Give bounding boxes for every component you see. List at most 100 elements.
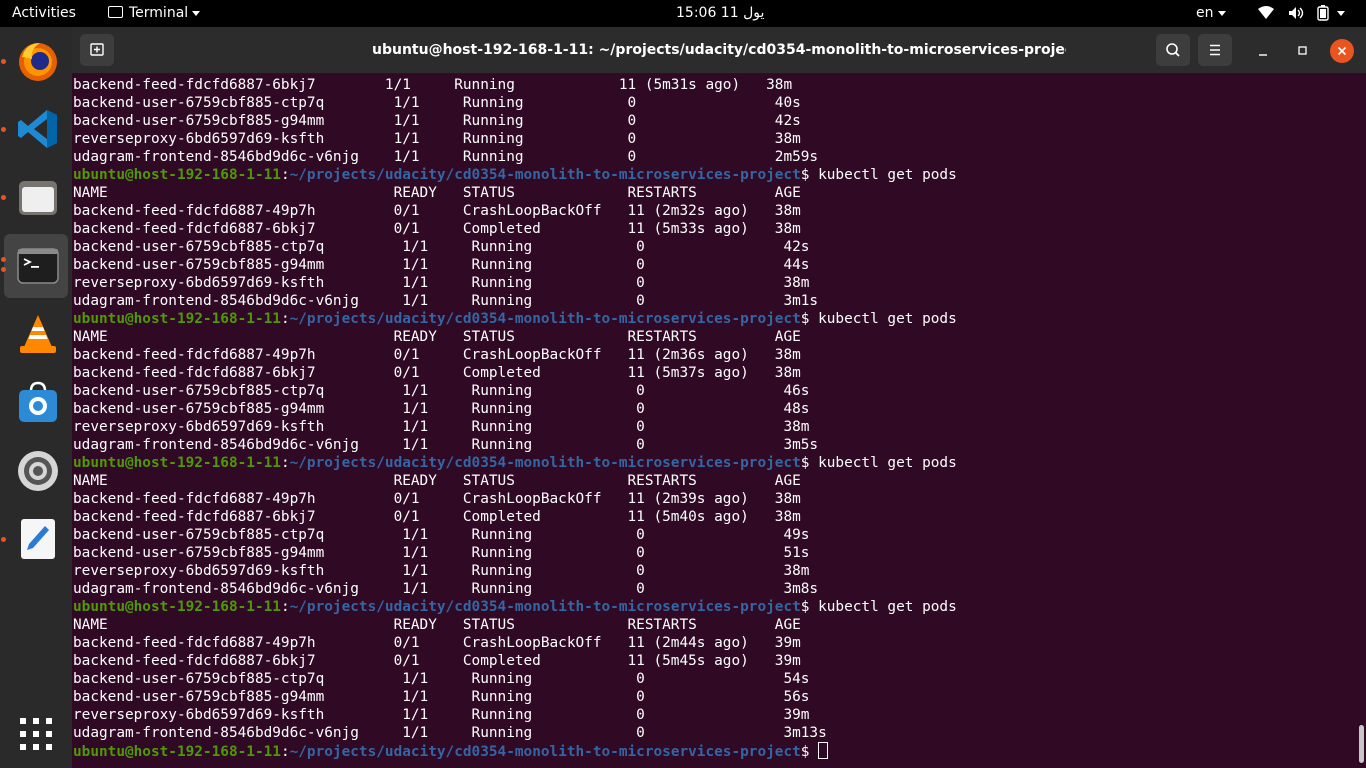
software-icon bbox=[19, 381, 57, 422]
minimize-button[interactable] bbox=[1251, 39, 1275, 63]
running-indicator bbox=[1, 59, 6, 64]
output-line: udagram-frontend-8546bd9d6c-v6njg 1/1 Ru… bbox=[73, 148, 957, 166]
output-line: backend-feed-fdcfd6887-6bkj7 0/1 Complet… bbox=[73, 220, 957, 238]
output-text: udagram-frontend-8546bd9d6c-v6njg 1/1 Ru… bbox=[73, 149, 819, 165]
output-line: udagram-frontend-8546bd9d6c-v6njg 1/1 Ru… bbox=[73, 292, 957, 310]
command-text: kubectl get pods bbox=[818, 455, 957, 471]
output-line: backend-user-6759cbf885-ctp7q 1/1 Runnin… bbox=[73, 670, 957, 688]
wifi-icon bbox=[1258, 6, 1274, 19]
running-indicator bbox=[1, 195, 6, 200]
output-line: NAME READY STATUS RESTARTS AGE bbox=[73, 184, 957, 202]
running-indicator bbox=[1, 537, 6, 542]
prompt-user: ubuntu@host-192-168-1-11 bbox=[73, 167, 281, 183]
output-text: backend-user-6759cbf885-g94mm 1/1 Runnin… bbox=[73, 113, 801, 129]
prompt-path: ~/projects/udacity/cd0354-monolith-to-mi… bbox=[289, 744, 801, 760]
output-text: reverseproxy-6bd6597d69-ksfth 1/1 Runnin… bbox=[73, 131, 801, 147]
output-line: NAME READY STATUS RESTARTS AGE bbox=[73, 616, 957, 634]
output-line: reverseproxy-6bd6597d69-ksfth 1/1 Runnin… bbox=[73, 562, 957, 580]
dock-app-vlc[interactable] bbox=[4, 303, 68, 367]
output-text: backend-feed-fdcfd6887-49p7h 0/1 CrashLo… bbox=[73, 203, 801, 219]
output-line: backend-user-6759cbf885-g94mm 1/1 Runnin… bbox=[73, 544, 957, 562]
system-menu[interactable] bbox=[1258, 0, 1346, 27]
window-title: ubuntu@host-192-168-1-11: ~/projects/uda… bbox=[372, 42, 1066, 58]
output-text: udagram-frontend-8546bd9d6c-v6njg 1/1 Ru… bbox=[73, 293, 819, 309]
app-menu[interactable]: Terminal bbox=[108, 0, 201, 27]
output-text: backend-user-6759cbf885-g94mm 1/1 Runnin… bbox=[73, 689, 810, 705]
dock-app-terminal[interactable] bbox=[4, 234, 68, 298]
output-text: backend-user-6759cbf885-g94mm 1/1 Runnin… bbox=[73, 401, 810, 417]
chevron-down-icon bbox=[1337, 10, 1346, 16]
close-button[interactable] bbox=[1330, 39, 1354, 63]
command-line: ubuntu@host-192-168-1-11:~/projects/udac… bbox=[73, 455, 957, 471]
close-icon bbox=[1337, 46, 1347, 56]
output-line: backend-user-6759cbf885-ctp7q 1/1 Runnin… bbox=[73, 94, 957, 112]
prompt-user: ubuntu@host-192-168-1-11 bbox=[73, 599, 281, 615]
files-icon bbox=[19, 181, 57, 215]
output-line: reverseproxy-6bd6597d69-ksfth 1/1 Runnin… bbox=[73, 130, 957, 148]
output-text: backend-user-6759cbf885-ctp7q 1/1 Runnin… bbox=[73, 95, 801, 111]
output-line: backend-user-6759cbf885-g94mm 1/1 Runnin… bbox=[73, 256, 957, 274]
terminal-output[interactable]: backend-feed-fdcfd6887-6bkj7 1/1 Running… bbox=[72, 75, 1366, 768]
prompt-path: ~/projects/udacity/cd0354-monolith-to-mi… bbox=[289, 311, 801, 327]
running-indicator bbox=[1, 267, 6, 272]
prompt-path: ~/projects/udacity/cd0354-monolith-to-mi… bbox=[289, 167, 801, 183]
new-tab-button[interactable] bbox=[80, 34, 114, 66]
command-line: ubuntu@host-192-168-1-11:~/projects/udac… bbox=[73, 599, 957, 615]
output-line: backend-feed-fdcfd6887-49p7h 0/1 CrashLo… bbox=[73, 202, 957, 220]
command-line: ubuntu@host-192-168-1-11:~/projects/udac… bbox=[73, 311, 957, 327]
output-line: backend-feed-fdcfd6887-6bkj7 1/1 Running… bbox=[73, 76, 957, 94]
output-text: backend-feed-fdcfd6887-6bkj7 0/1 Complet… bbox=[73, 653, 801, 669]
activities-button[interactable]: Activities bbox=[12, 0, 76, 27]
terminal-lines: backend-feed-fdcfd6887-6bkj7 1/1 Running… bbox=[73, 76, 957, 760]
output-text: reverseproxy-6bd6597d69-ksfth 1/1 Runnin… bbox=[73, 707, 810, 723]
output-line: backend-user-6759cbf885-ctp7q 1/1 Runnin… bbox=[73, 382, 957, 400]
dock-app-settings[interactable] bbox=[4, 439, 68, 503]
dock-app-software[interactable] bbox=[4, 371, 68, 435]
text-cursor bbox=[818, 742, 829, 759]
output-line: udagram-frontend-8546bd9d6c-v6njg 1/1 Ru… bbox=[73, 580, 957, 598]
output-text: backend-feed-fdcfd6887-49p7h 0/1 CrashLo… bbox=[73, 347, 801, 363]
output-text: NAME READY STATUS RESTARTS AGE bbox=[73, 185, 801, 201]
search-button[interactable] bbox=[1156, 34, 1190, 66]
dock-app-firefox[interactable] bbox=[4, 29, 68, 93]
show-applications-button[interactable] bbox=[20, 718, 52, 750]
output-text: backend-feed-fdcfd6887-49p7h 0/1 CrashLo… bbox=[73, 491, 801, 507]
app-menu-label: Terminal bbox=[129, 5, 189, 21]
new-tab-icon bbox=[90, 43, 104, 56]
output-line: backend-user-6759cbf885-g94mm 1/1 Runnin… bbox=[73, 112, 957, 130]
prompt-path: ~/projects/udacity/cd0354-monolith-to-mi… bbox=[289, 599, 801, 615]
output-text: reverseproxy-6bd6597d69-ksfth 1/1 Runnin… bbox=[73, 563, 810, 579]
dock-app-vscode[interactable] bbox=[4, 97, 68, 161]
chevron-down-icon bbox=[192, 10, 201, 16]
dock-app-text-editor[interactable] bbox=[4, 507, 68, 571]
top-bar: Activities Terminal 15:06 يول 11 en bbox=[0, 0, 1366, 27]
language-label: en bbox=[1196, 5, 1214, 21]
scrollbar[interactable] bbox=[1359, 725, 1364, 763]
output-line: backend-feed-fdcfd6887-6bkj7 0/1 Complet… bbox=[73, 508, 957, 526]
terminal-window: ubuntu@host-192-168-1-11: ~/projects/uda… bbox=[72, 27, 1366, 768]
hamburger-menu-button[interactable] bbox=[1198, 34, 1232, 66]
output-text: backend-user-6759cbf885-g94mm 1/1 Runnin… bbox=[73, 545, 810, 561]
output-text: NAME READY STATUS RESTARTS AGE bbox=[73, 473, 801, 489]
output-line: reverseproxy-6bd6597d69-ksfth 1/1 Runnin… bbox=[73, 706, 957, 724]
output-line: reverseproxy-6bd6597d69-ksfth 1/1 Runnin… bbox=[73, 418, 957, 436]
maximize-button[interactable] bbox=[1290, 39, 1314, 63]
output-line: backend-feed-fdcfd6887-49p7h 0/1 CrashLo… bbox=[73, 490, 957, 508]
output-text: reverseproxy-6bd6597d69-ksfth 1/1 Runnin… bbox=[73, 275, 810, 291]
prompt-path: ~/projects/udacity/cd0354-monolith-to-mi… bbox=[289, 455, 801, 471]
output-line: backend-feed-fdcfd6887-6bkj7 0/1 Complet… bbox=[73, 652, 957, 670]
active-prompt-line: ubuntu@host-192-168-1-11:~/projects/udac… bbox=[73, 742, 957, 760]
command-line: ubuntu@host-192-168-1-11:~/projects/udac… bbox=[73, 167, 957, 183]
output-text: backend-feed-fdcfd6887-49p7h 0/1 CrashLo… bbox=[73, 635, 801, 651]
output-line: backend-feed-fdcfd6887-49p7h 0/1 CrashLo… bbox=[73, 346, 957, 364]
terminal-app-icon bbox=[108, 6, 123, 18]
maximize-icon bbox=[1298, 46, 1307, 55]
clock[interactable]: 15:06 يول 11 bbox=[676, 0, 764, 27]
dock-app-files[interactable] bbox=[4, 165, 68, 229]
output-line: udagram-frontend-8546bd9d6c-v6njg 1/1 Ru… bbox=[73, 724, 957, 742]
output-line: backend-user-6759cbf885-g94mm 1/1 Runnin… bbox=[73, 400, 957, 418]
language-selector[interactable]: en bbox=[1196, 0, 1226, 27]
vscode-icon bbox=[18, 110, 57, 148]
running-indicator bbox=[1, 257, 6, 262]
volume-icon bbox=[1289, 7, 1304, 19]
